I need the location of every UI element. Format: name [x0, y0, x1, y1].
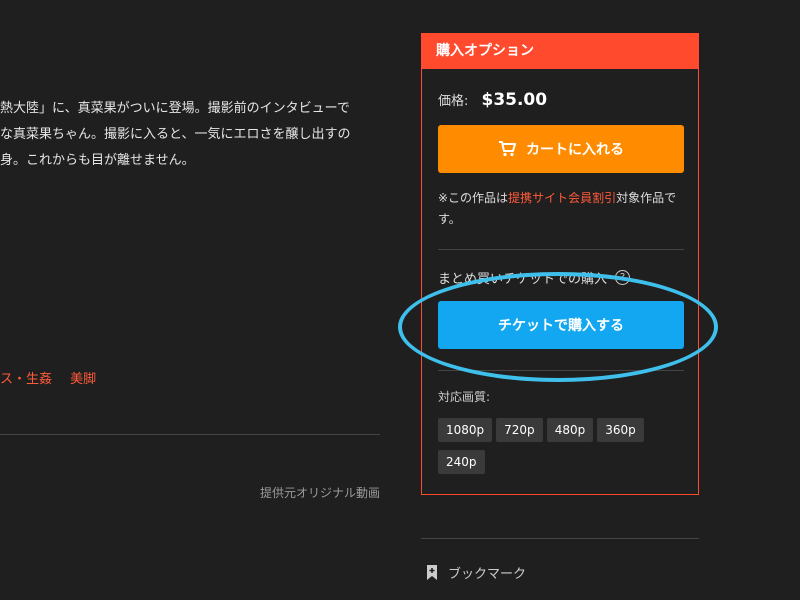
bookmark-button[interactable]: ブックマーク	[426, 563, 526, 582]
quality-chip: 1080p	[438, 418, 493, 442]
panel-header: 購入オプション	[422, 34, 698, 69]
tag-list: ス・生姦 美脚	[0, 368, 110, 387]
buy-with-ticket-button[interactable]: チケットで購入する	[438, 301, 684, 349]
discount-note: ※この作品は提携サイト会員割引対象作品です。	[438, 188, 684, 230]
divider	[438, 249, 684, 250]
description-line: な真菜果ちゃん。撮影に入ると、一気にエロさを醸し出すの	[0, 127, 351, 142]
quality-chip: 240p	[438, 450, 485, 474]
help-icon[interactable]: ?	[615, 270, 631, 285]
quality-chip: 720p	[496, 418, 543, 442]
divider	[438, 370, 684, 371]
add-to-cart-button[interactable]: カートに入れる	[438, 125, 684, 173]
quality-chip: 360p	[597, 418, 644, 442]
purchase-panel: 購入オプション 価格: $35.00 カートに入れる ※この作品は提携サイト会員…	[421, 33, 699, 495]
divider	[421, 538, 699, 539]
note-text: ※この作品は	[438, 191, 509, 205]
quality-list: 1080p 720p 480p 360p 240p	[438, 418, 688, 482]
quality-chip: 480p	[546, 418, 594, 442]
divider	[0, 434, 380, 435]
add-to-cart-label: カートに入れる	[526, 142, 624, 158]
description: 熱大陸」に、真菜果がついに登場。撮影前のインタビューで な真菜果ちゃん。撮影に入…	[0, 96, 390, 174]
tag-link[interactable]: ス・生姦	[0, 372, 52, 387]
quality-label: 対応画質:	[438, 390, 491, 404]
ticket-label: まとめ買いチケットでの購入	[438, 272, 608, 287]
tag-link[interactable]: 美脚	[70, 372, 96, 387]
ticket-label-row: まとめ買いチケットでの購入 ?	[438, 268, 631, 287]
description-line: 熱大陸」に、真菜果がついに登場。撮影前のインタビューで	[0, 101, 350, 116]
price-row: 価格: $35.00	[438, 90, 547, 110]
cart-icon	[499, 141, 516, 157]
bookmark-label: ブックマーク	[448, 567, 527, 582]
discount-link[interactable]: 提携サイト会員割引	[508, 191, 616, 205]
description-line: 身。これからも目が離せません。	[0, 153, 195, 168]
source-label: 提供元オリジナル動画	[259, 486, 380, 500]
price-label: 価格:	[438, 94, 469, 109]
price-value: $35.00	[481, 90, 548, 110]
bookmark-icon	[427, 565, 437, 580]
ticket-button-label: チケットで購入する	[498, 318, 624, 334]
